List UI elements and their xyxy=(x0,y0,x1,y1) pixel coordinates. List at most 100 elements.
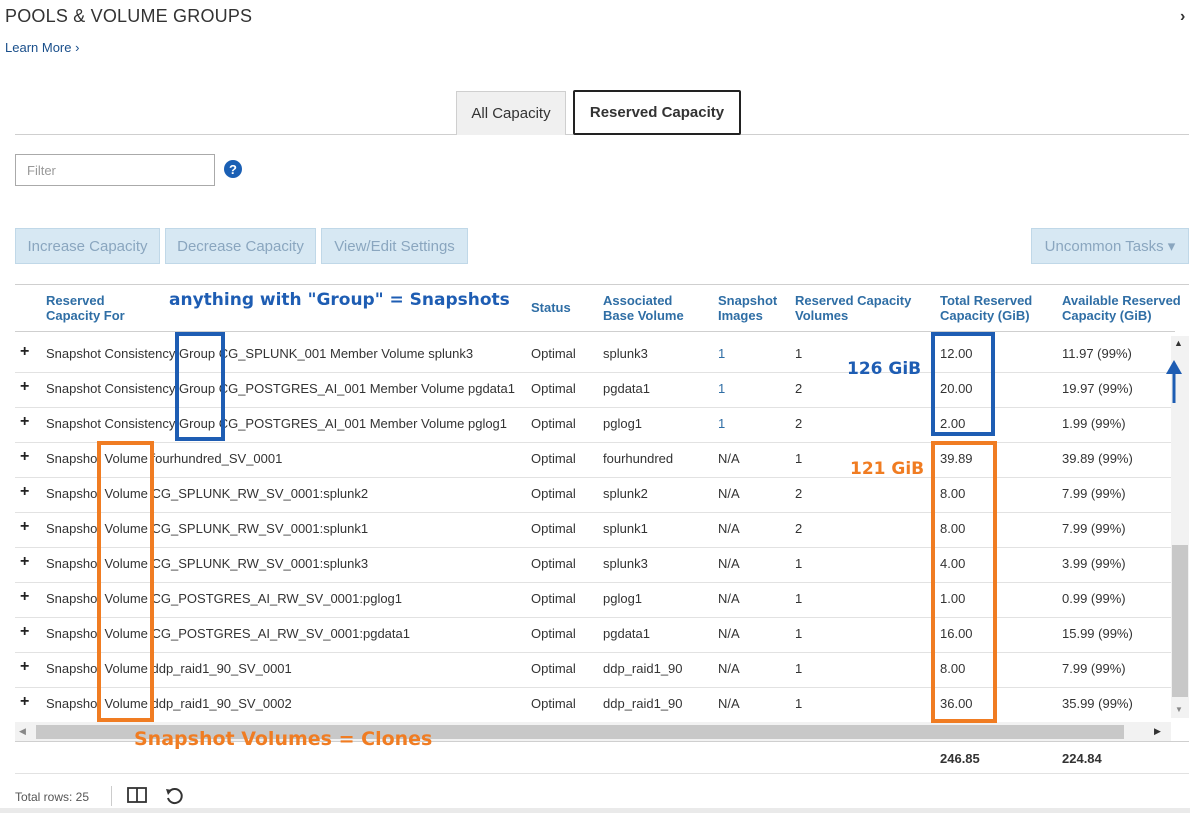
snapshot-images-cell: N/A xyxy=(718,626,740,641)
reserved-for-cell: Snapshot Consistency Group CG_SPLUNK_001… xyxy=(46,346,474,361)
close-icon[interactable]: › xyxy=(1180,8,1185,26)
base-volume-cell: fourhundred xyxy=(603,451,674,466)
columns-toggle-icon[interactable] xyxy=(127,786,147,809)
reserved-capacity-volumes-cell: 2 xyxy=(795,416,803,431)
column-header-reserved-for[interactable]: Reserved Capacity For xyxy=(46,293,146,323)
help-icon[interactable]: ? xyxy=(224,160,242,178)
expand-row-icon[interactable]: + xyxy=(20,378,29,396)
filter-input[interactable]: Filter xyxy=(15,154,215,186)
decrease-capacity-button[interactable]: Decrease Capacity xyxy=(165,228,316,264)
bottom-bar xyxy=(0,808,1190,813)
base-volume-cell: ddp_raid1_90 xyxy=(603,696,683,711)
annotation-group-note: anything with "Group" = Snapshots xyxy=(169,290,510,310)
uncommon-tasks-button[interactable]: Uncommon Tasks ▾ xyxy=(1031,228,1189,264)
snapshot-images-cell: N/A xyxy=(718,661,740,676)
reserved-for-cell: Snapshot Volume ddp_raid1_90_SV_0001 xyxy=(46,661,292,676)
base-volume-cell: splunk3 xyxy=(603,556,648,571)
total-reserved-sum: 246.85 xyxy=(940,751,980,766)
annotation-box-group xyxy=(175,332,225,441)
column-header-base-volume[interactable]: Associated Base Volume xyxy=(603,293,698,323)
status-cell: Optimal xyxy=(531,451,576,466)
available-reserved-cell: 39.89 (99%) xyxy=(1062,451,1133,466)
available-reserved-cell: 0.99 (99%) xyxy=(1062,591,1126,606)
base-volume-cell: splunk3 xyxy=(603,346,648,361)
snapshot-images-cell: N/A xyxy=(718,521,740,536)
total-rows-label: Total rows: 25 xyxy=(15,790,90,804)
base-volume-cell: pglog1 xyxy=(603,591,643,606)
snapshot-images-cell: N/A xyxy=(718,696,740,711)
reserved-capacity-volumes-cell: 2 xyxy=(795,521,803,536)
base-volume-cell: ddp_raid1_90 xyxy=(603,661,683,676)
reserved-capacity-volumes-cell: 1 xyxy=(795,696,803,711)
available-reserved-cell: 7.99 (99%) xyxy=(1062,486,1126,501)
increase-capacity-button[interactable]: Increase Capacity xyxy=(15,228,160,264)
status-cell: Optimal xyxy=(531,381,576,396)
expand-row-icon[interactable]: + xyxy=(20,553,29,571)
column-header-available-reserved[interactable]: Available Reserved Capacity (GiB) xyxy=(1062,293,1187,323)
expand-row-icon[interactable]: + xyxy=(20,693,29,711)
reserved-capacity-volumes-cell: 2 xyxy=(795,381,803,396)
reserved-for-cell: Snapshot Volume ddp_raid1_90_SV_0002 xyxy=(46,696,292,711)
status-cell: Optimal xyxy=(531,661,576,676)
expand-row-icon[interactable]: + xyxy=(20,483,29,501)
view-edit-settings-button[interactable]: View/Edit Settings xyxy=(321,228,468,264)
available-reserved-cell: 7.99 (99%) xyxy=(1062,661,1126,676)
available-reserved-cell: 7.99 (99%) xyxy=(1062,521,1126,536)
expand-row-icon[interactable]: + xyxy=(20,343,29,361)
expand-row-icon[interactable]: + xyxy=(20,518,29,536)
annotation-orange-capacity: 121 GiB xyxy=(850,459,925,479)
annotation-box-orange-capacity xyxy=(931,441,997,723)
base-volume-cell: splunk2 xyxy=(603,486,648,501)
status-cell: Optimal xyxy=(531,486,576,501)
snapshot-images-cell: N/A xyxy=(718,591,740,606)
annotation-blue-capacity: 126 GiB xyxy=(847,359,922,379)
available-reserved-cell: 11.97 (99%) xyxy=(1062,346,1132,361)
scroll-left-icon[interactable]: ◀ xyxy=(19,726,26,737)
base-volume-cell: pglog1 xyxy=(603,416,643,431)
reserved-capacity-volumes-cell: 1 xyxy=(795,451,803,466)
column-header-reserved-capacity-volumes[interactable]: Reserved Capacity Volumes xyxy=(795,293,920,323)
reserved-capacity-volumes-cell: 1 xyxy=(795,626,803,641)
expand-row-icon[interactable]: + xyxy=(20,658,29,676)
status-cell: Optimal xyxy=(531,626,576,641)
learn-more-link[interactable]: Learn More › xyxy=(5,40,79,55)
annotation-arrow-up-icon xyxy=(1164,360,1184,409)
reserved-capacity-volumes-cell: 1 xyxy=(795,556,803,571)
snapshot-images-cell[interactable]: 1 xyxy=(718,416,725,431)
snapshot-images-cell: N/A xyxy=(718,486,740,501)
column-header-snapshot-images[interactable]: Snapshot Images xyxy=(718,293,788,323)
expand-row-icon[interactable]: + xyxy=(20,588,29,606)
base-volume-cell: splunk1 xyxy=(603,521,648,536)
table-header-top-border xyxy=(15,284,1189,285)
available-reserved-cell: 15.99 (99%) xyxy=(1062,626,1133,641)
available-reserved-cell: 19.97 (99%) xyxy=(1062,381,1133,396)
column-header-status[interactable]: Status xyxy=(531,300,571,315)
scroll-right-icon[interactable]: ▶ xyxy=(1154,726,1161,737)
available-reserved-cell: 1.99 (99%) xyxy=(1062,416,1126,431)
expand-row-icon[interactable]: + xyxy=(20,448,29,466)
expand-row-icon[interactable]: + xyxy=(20,413,29,431)
footer-divider xyxy=(15,773,1189,774)
vertical-scrollbar-thumb[interactable] xyxy=(1172,545,1188,697)
snapshot-images-cell[interactable]: 1 xyxy=(718,346,725,361)
status-cell: Optimal xyxy=(531,591,576,606)
expand-row-icon[interactable]: + xyxy=(20,623,29,641)
reserved-for-cell: Snapshot Volume CG_SPLUNK_RW_SV_0001:spl… xyxy=(46,521,369,536)
scroll-down-icon[interactable]: ▼ xyxy=(1175,705,1183,714)
reserved-capacity-volumes-cell: 2 xyxy=(795,486,803,501)
base-volume-cell: pgdata1 xyxy=(603,381,650,396)
snapshot-images-cell: N/A xyxy=(718,556,740,571)
available-reserved-cell: 35.99 (99%) xyxy=(1062,696,1133,711)
reserved-capacity-volumes-cell: 1 xyxy=(795,346,803,361)
tab-all-capacity[interactable]: All Capacity xyxy=(456,91,566,135)
status-cell: Optimal xyxy=(531,346,576,361)
snapshot-images-cell[interactable]: 1 xyxy=(718,381,725,396)
scroll-up-icon[interactable]: ▲ xyxy=(1174,338,1183,348)
available-reserved-cell: 3.99 (99%) xyxy=(1062,556,1126,571)
tab-reserved-capacity[interactable]: Reserved Capacity xyxy=(573,90,741,135)
footer-separator xyxy=(111,786,112,806)
reserved-for-cell: Snapshot Volume CG_SPLUNK_RW_SV_0001:spl… xyxy=(46,556,369,571)
reserved-capacity-volumes-cell: 1 xyxy=(795,661,803,676)
column-header-total-reserved[interactable]: Total Reserved Capacity (GiB) xyxy=(940,293,1040,323)
reserved-capacity-volumes-cell: 1 xyxy=(795,591,803,606)
